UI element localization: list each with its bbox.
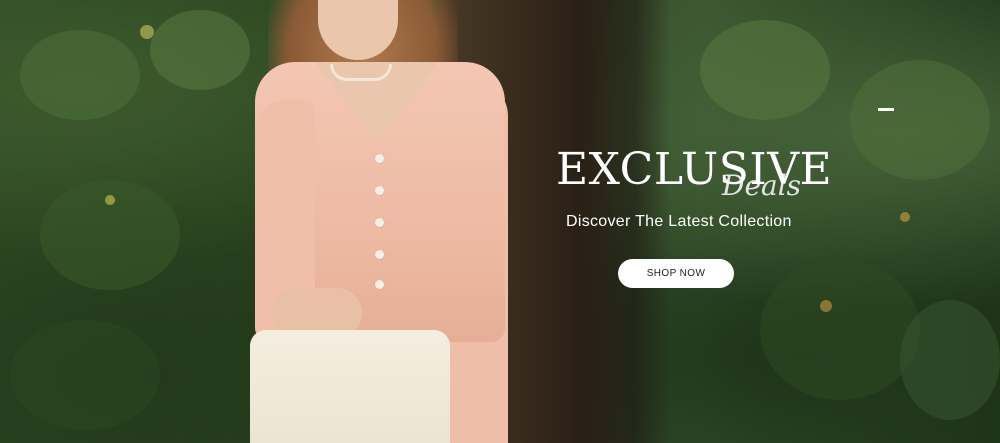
slide-indicator[interactable] — [878, 108, 894, 111]
shop-now-button[interactable]: SHOP NOW — [618, 259, 734, 288]
pearl-necklace — [330, 64, 392, 81]
tulle-skirt — [250, 330, 450, 443]
hero-headline-script: Deals — [722, 169, 802, 202]
hero-banner[interactable]: EXCLUSIVE Deals Discover The Latest Coll… — [0, 0, 1000, 443]
hero-subtitle: Discover The Latest Collection — [566, 213, 792, 230]
